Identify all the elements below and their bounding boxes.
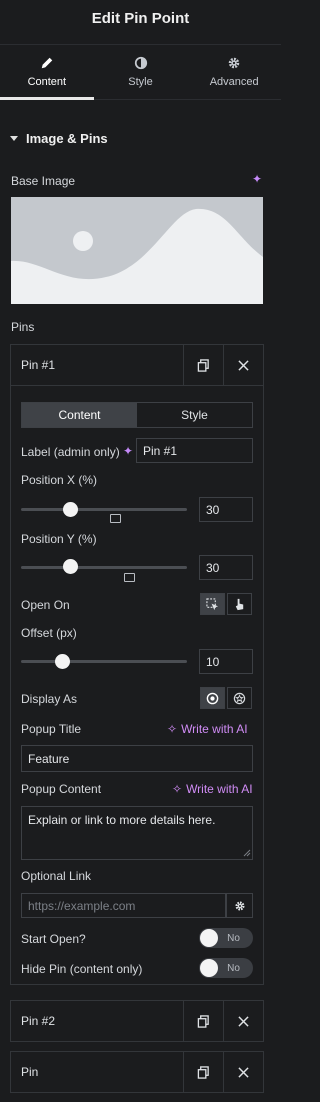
section-image-pins[interactable]: Image & Pins (10, 131, 108, 146)
copy-icon (197, 1065, 209, 1079)
hand-pointer-icon (235, 598, 244, 610)
monitor-icon[interactable] (124, 573, 136, 582)
label-input[interactable]: Pin #1 (136, 438, 253, 463)
dot-circle-icon (206, 692, 219, 704)
pin-item-title: Pin #2 (21, 1014, 56, 1028)
write-with-ai-label: Write with AI (186, 782, 253, 796)
position-x-slider-thumb[interactable] (63, 502, 78, 517)
caret-down-icon (10, 136, 18, 141)
ai-sparkle-icon[interactable]: ✦ (123, 444, 133, 458)
hide-pin-toggle[interactable]: No (199, 958, 253, 978)
popup-content-label: Popup Content (21, 782, 102, 796)
half-circle-icon (134, 56, 147, 70)
seg-content-button[interactable]: Content (22, 403, 137, 427)
seg-style-button[interactable]: Style (137, 403, 252, 427)
position-y-label: Position Y (%) (21, 532, 97, 546)
offset-slider-thumb[interactable] (55, 654, 70, 669)
position-y-input[interactable]: 30 (199, 555, 253, 580)
tab-content[interactable]: Content (0, 45, 94, 100)
pin-item-1[interactable]: Pin #1 (10, 344, 264, 386)
ai-sparkle-icon[interactable]: ✦ (252, 172, 262, 186)
monitor-icon[interactable] (110, 514, 121, 523)
close-icon (238, 359, 249, 371)
tab-advanced-label: Advanced (209, 76, 259, 88)
popup-content-textarea[interactable]: Explain or link to more details here. (21, 806, 253, 860)
pencil-icon (41, 57, 53, 69)
gear-icon (228, 57, 240, 69)
ai-sparkle-icon: ✧ (172, 782, 183, 796)
ai-sparkle-icon: ✧ (167, 722, 178, 736)
duplicate-button[interactable] (183, 345, 223, 385)
image-placeholder-icon (11, 197, 263, 304)
duplicate-button[interactable] (183, 1052, 223, 1092)
copy-icon (197, 358, 209, 372)
optional-link-label: Optional Link (21, 869, 92, 883)
label-field-label: Label (admin only) (21, 445, 120, 459)
panel-title-text: Edit Pin Point (91, 9, 190, 27)
open-on-label: Open On (21, 598, 70, 612)
toggle-knob (200, 929, 218, 947)
pin-item-title: Pin #1 (21, 358, 56, 372)
position-x-track[interactable] (21, 508, 187, 511)
popup-title-label: Popup Title (21, 722, 82, 736)
display-as-label: Display As (21, 692, 78, 706)
position-x-input[interactable]: 30 (199, 497, 253, 522)
base-image-label: Base Image (11, 174, 76, 188)
position-x-label: Position X (%) (21, 473, 98, 487)
write-with-ai-button[interactable]: ✧ Write with AI (172, 782, 253, 796)
open-on-click-button[interactable] (227, 593, 252, 615)
remove-button[interactable] (223, 1052, 263, 1092)
remove-button[interactable] (223, 345, 263, 385)
tab-content-label: Content (27, 76, 67, 88)
pin-item-3[interactable]: Pin (10, 1051, 264, 1093)
offset-input[interactable]: 10 (199, 649, 253, 674)
duplicate-button[interactable] (183, 1001, 223, 1041)
pin-mode-toggle: Content Style (21, 402, 253, 428)
tab-style-label: Style (128, 76, 153, 88)
position-y-track[interactable] (21, 566, 187, 569)
display-as-dot-button[interactable] (200, 687, 225, 709)
close-icon (238, 1066, 249, 1078)
gear-icon (235, 901, 244, 910)
badge-icon (233, 692, 246, 704)
position-y-slider-thumb[interactable] (63, 559, 78, 574)
hide-pin-label: Hide Pin (content only) (21, 962, 143, 976)
panel-tabs: Content Style Advanced (0, 44, 281, 100)
tab-advanced[interactable]: Advanced (187, 45, 281, 99)
toggle-state: No (227, 932, 240, 944)
toggle-state: No (227, 962, 240, 974)
offset-track[interactable] (21, 660, 187, 663)
write-with-ai-button[interactable]: ✧ Write with AI (167, 722, 248, 736)
close-icon (238, 1015, 249, 1027)
display-as-icon-button[interactable] (227, 687, 252, 709)
tab-style[interactable]: Style (94, 45, 188, 99)
start-open-label: Start Open? (21, 932, 86, 946)
pin-item-title: Pin (21, 1065, 39, 1079)
cursor-select-icon (206, 597, 219, 610)
start-open-toggle[interactable]: No (199, 928, 253, 948)
optional-link-input[interactable]: https://example.com (21, 893, 226, 918)
toggle-knob (200, 959, 218, 977)
write-with-ai-label: Write with AI (181, 722, 248, 736)
pin-item-2[interactable]: Pin #2 (10, 1000, 264, 1042)
resize-handle-icon[interactable] (243, 849, 251, 857)
base-image-preview[interactable] (11, 197, 263, 304)
offset-label: Offset (px) (21, 626, 77, 640)
section-title: Image & Pins (26, 131, 108, 146)
panel-title: Edit Pin Point (0, 0, 281, 36)
pins-label: Pins (11, 320, 35, 334)
open-on-hover-button[interactable] (200, 593, 225, 615)
popup-title-input[interactable]: Feature (21, 745, 253, 772)
copy-icon (197, 1014, 209, 1028)
remove-button[interactable] (223, 1001, 263, 1041)
link-settings-button[interactable] (226, 893, 253, 918)
